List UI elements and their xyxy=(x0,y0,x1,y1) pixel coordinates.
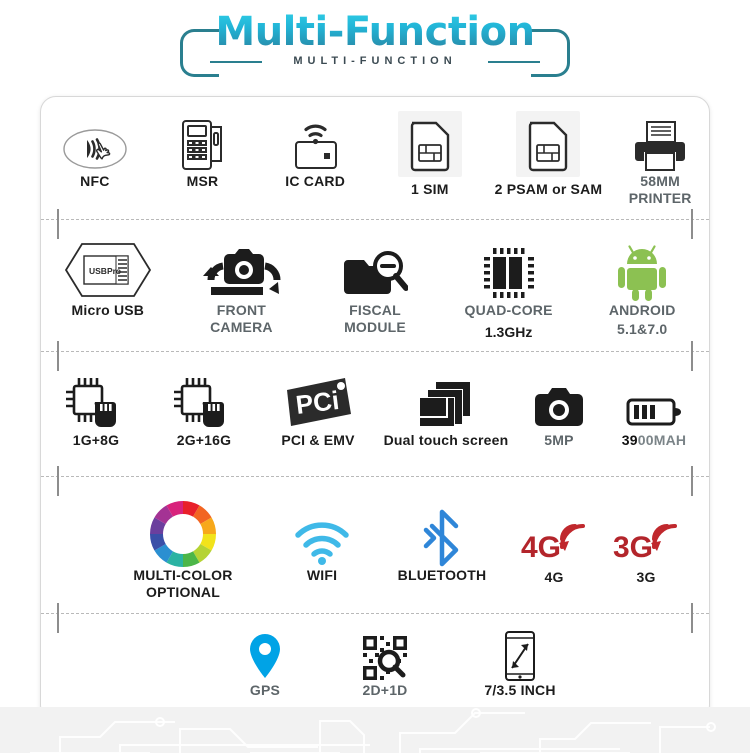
feature-quad-core[interactable]: QUAD-CORE 1.3GHz xyxy=(442,232,576,341)
feature-battery[interactable]: 3900MAH xyxy=(602,366,706,449)
printer-icon xyxy=(631,111,689,173)
row-payment: NFC MSR IC CARD 1 SIM 2 PSAM or SAM 58MM… xyxy=(41,97,709,229)
micro-usb-icon: USBPro xyxy=(62,232,154,302)
feature-camera-5mp[interactable]: 5MP xyxy=(516,366,602,449)
quad-core-icon xyxy=(480,232,538,302)
feature-label: 3900MAH xyxy=(622,432,686,449)
feature-label: 1 SIM xyxy=(411,181,449,197)
feature-label: FISCAL MODULE xyxy=(344,302,406,335)
gps-pin-icon xyxy=(245,628,285,682)
svg-text:3G: 3G xyxy=(613,531,653,564)
feature-memory-2g[interactable]: 2G+16G xyxy=(148,366,260,449)
signal-4g-icon: 4G xyxy=(521,495,587,567)
feature-multi-color[interactable]: MULTI-COLOR OPTIONAL xyxy=(98,495,268,601)
feature-label: 2D+1D xyxy=(362,682,408,698)
feature-label: 7/3.5 INCH xyxy=(484,682,556,698)
feature-micro-usb[interactable]: USBPro Micro USB xyxy=(41,232,175,319)
feature-sublabel: 5.1&7.0 xyxy=(616,321,668,337)
feature-label: 2 PSAM or SAM xyxy=(494,181,603,197)
feature-label: Micro USB xyxy=(71,302,145,318)
feature-label: 4G xyxy=(544,569,564,585)
battery-value-rest: 00MAH xyxy=(637,432,687,448)
feature-label: FRONT CAMERA xyxy=(210,302,273,335)
memory-chip-1g-icon xyxy=(65,366,127,432)
feature-label: 3G xyxy=(636,569,656,585)
feature-label: IC CARD xyxy=(285,173,346,189)
feature-screen-size[interactable]: 7/3.5 INCH xyxy=(450,628,590,699)
signal-3g-icon: 3G xyxy=(613,495,679,567)
feature-bluetooth[interactable]: BLUETOOTH xyxy=(376,495,508,584)
android-icon xyxy=(616,232,668,302)
feature-3g[interactable]: 3G 3G xyxy=(600,495,692,586)
feature-card: NFC MSR IC CARD 1 SIM 2 PSAM or SAM 58MM… xyxy=(40,96,710,721)
page-subtitle: MULTI-FUNCTION xyxy=(293,55,457,67)
feature-label: 58MM PRINTER xyxy=(628,173,692,206)
feature-label: GPS xyxy=(249,682,281,698)
battery-value-bold: 39 xyxy=(621,432,638,448)
feature-label: 1G+8G xyxy=(72,432,120,448)
feature-fiscal-module[interactable]: FISCAL MODULE xyxy=(308,232,442,336)
feature-dual-screen[interactable]: Dual touch screen xyxy=(376,366,516,449)
wifi-icon xyxy=(293,495,351,567)
fiscal-module-icon xyxy=(342,232,408,302)
feature-label: MSR xyxy=(186,173,219,189)
battery-icon xyxy=(625,366,683,432)
dual-screen-icon xyxy=(418,366,474,432)
feature-pci-emv[interactable]: PCi PCI & EMV xyxy=(260,366,376,449)
feature-android[interactable]: ANDROID 5.1&7.0 xyxy=(575,232,709,338)
feature-2d1d-scanner[interactable]: 2D+1D xyxy=(320,628,450,699)
feature-label: ANDROID xyxy=(608,302,676,318)
circuit-pattern-background xyxy=(0,707,750,753)
feature-label: 2G+16G xyxy=(176,432,232,448)
feature-msr[interactable]: MSR xyxy=(149,111,257,190)
feature-label: BLUETOOTH xyxy=(397,567,487,583)
psam-card-icon xyxy=(516,111,581,177)
svg-text:4G: 4G xyxy=(521,531,561,564)
msr-terminal-icon xyxy=(177,111,229,173)
sim-card-icon xyxy=(397,111,462,177)
camera-icon xyxy=(532,366,586,432)
feature-label: 5MP xyxy=(544,432,574,448)
feature-4g[interactable]: 4G 4G xyxy=(508,495,600,586)
pci-logo-icon: PCi xyxy=(279,366,357,432)
feature-label: NFC xyxy=(80,173,110,189)
feature-sublabel: 1.3GHz xyxy=(484,324,533,340)
feature-printer[interactable]: 58MM PRINTER xyxy=(611,111,709,207)
feature-label: QUAD-CORE xyxy=(464,302,553,318)
page-title: Multi-Function xyxy=(180,9,570,55)
nfc-icon xyxy=(61,111,129,173)
memory-chip-2g-icon xyxy=(173,366,235,432)
feature-ic-card[interactable]: IC CARD xyxy=(256,111,374,190)
feature-label: PCI & EMV xyxy=(281,432,355,448)
feature-memory-1g[interactable]: 1G+8G xyxy=(44,366,148,449)
feature-wifi[interactable]: WIFI xyxy=(268,495,376,584)
feature-label: Dual touch screen xyxy=(383,432,509,448)
page-header: Multi-Function MULTI-FUNCTION xyxy=(0,0,750,94)
feature-nfc[interactable]: NFC xyxy=(41,111,149,190)
ic-card-icon xyxy=(284,111,346,173)
bluetooth-icon xyxy=(422,495,462,567)
front-camera-icon xyxy=(199,232,283,302)
feature-label: WIFI xyxy=(306,567,338,583)
row-extras: GPS 2D+1D 7/3.5 INCH xyxy=(41,613,709,721)
row-connectivity: MULTI-COLOR OPTIONAL WIFI BLUETOOTH 4G 4… xyxy=(41,476,709,623)
feature-psam[interactable]: 2 PSAM or SAM xyxy=(486,111,612,198)
feature-label: MULTI-COLOR OPTIONAL xyxy=(133,567,233,600)
color-wheel-icon xyxy=(150,495,216,567)
feature-sim[interactable]: 1 SIM xyxy=(374,111,486,198)
qr-scanner-icon xyxy=(361,628,409,682)
svg-text:PCi: PCi xyxy=(294,385,341,420)
row-hardware: USBPro Micro USB FRONT CAMERA FISCAL MOD… xyxy=(41,219,709,361)
feature-gps[interactable]: GPS xyxy=(210,628,320,699)
feature-front-camera[interactable]: FRONT CAMERA xyxy=(175,232,309,336)
screen-size-icon xyxy=(502,628,538,682)
svg-text:USBPro: USBPro xyxy=(89,266,121,276)
row-specs: 1G+8G 2G+16G PCi PCI & EMV Dual touch sc… xyxy=(41,351,709,486)
